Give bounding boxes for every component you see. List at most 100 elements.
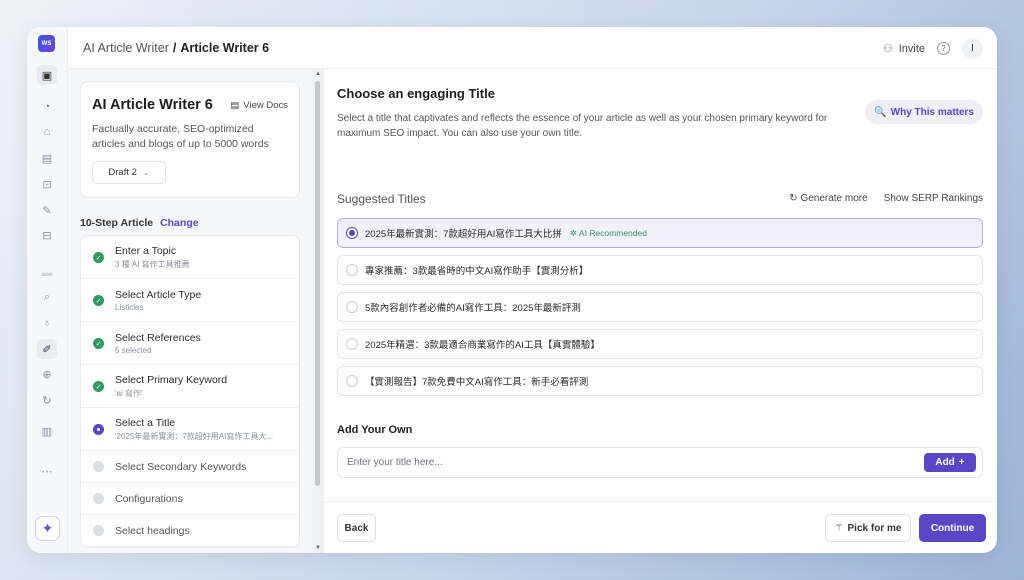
step-label: Select Article Type bbox=[115, 288, 202, 301]
pending-step-icon bbox=[93, 525, 104, 536]
breadcrumb-parent[interactable]: AI Article Writer bbox=[83, 41, 169, 55]
invite-label: Invite bbox=[898, 42, 925, 55]
current-step-icon bbox=[93, 424, 104, 435]
title-option[interactable]: 2025年最新實測：7款超好用AI寫作工具大比拼 ✲ AI Recommende… bbox=[337, 218, 983, 248]
scrollbar-thumb[interactable] bbox=[315, 81, 320, 486]
ai-icon[interactable]: ⊡ bbox=[37, 174, 57, 194]
title-text: 專家推薦：3款最省時的中文AI寫作助手【實測分析】 bbox=[365, 266, 589, 277]
generate-more-button[interactable]: ↻ Generate more bbox=[789, 193, 867, 204]
radio-button[interactable] bbox=[346, 338, 358, 350]
step-configurations[interactable]: Configurations bbox=[81, 483, 299, 515]
title-text: 5款內容創作者必備的AI寫作工具：2025年最新評測 bbox=[365, 303, 581, 314]
left-panel-scrollbar[interactable]: ▲ ▼ bbox=[312, 69, 324, 553]
pending-step-icon bbox=[93, 493, 104, 504]
title-option[interactable]: 2025年精選：3款最適合商業寫作的AI工具【真實體驗】 bbox=[337, 329, 983, 359]
title-text: 2025年最新實測：7款超好用AI寫作工具大比拼 bbox=[365, 229, 562, 240]
upload-icon[interactable]: ⊕ bbox=[37, 364, 57, 384]
search-icon[interactable]: ⌕ bbox=[37, 287, 57, 307]
step-label: Select Secondary Keywords bbox=[115, 460, 247, 473]
custom-title-input[interactable] bbox=[337, 447, 983, 478]
show-serp-button[interactable]: Show SERP Rankings bbox=[884, 193, 983, 204]
why-this-matters-button[interactable]: 🔍 Why This matters bbox=[865, 100, 983, 124]
step-value: 'ai 寫作' bbox=[115, 388, 143, 398]
title-text: 【實測報告】7款免費中文AI寫作工具：新手必看評測 bbox=[365, 377, 589, 388]
radio-button[interactable] bbox=[346, 264, 358, 276]
continue-button[interactable]: Continue bbox=[919, 514, 986, 542]
back-button[interactable]: Back bbox=[337, 514, 376, 542]
ai-recommended-badge: ✲ AI Recommended bbox=[569, 227, 647, 238]
top-bar: AI Article Writer / Article Writer 6 ⚇ I… bbox=[68, 27, 997, 69]
spinner-icon[interactable]: ◔ bbox=[37, 97, 57, 117]
robot-icon[interactable]: ⊟ bbox=[37, 225, 57, 245]
step-article-type[interactable]: ✓ Select Article Type Listicles bbox=[81, 279, 299, 322]
check-icon: ✓ bbox=[93, 381, 104, 392]
step-value: 3 種 AI 寫作工具推薦 bbox=[115, 259, 190, 269]
step-primary-keyword[interactable]: ✓ Select Primary Keyword 'ai 寫作' bbox=[81, 365, 299, 408]
lightbulb-icon[interactable]: ♁ bbox=[37, 313, 57, 333]
view-docs-label: View Docs bbox=[243, 100, 288, 111]
step-value: Listicles bbox=[115, 302, 144, 312]
magic-wand-icon: ⚚ bbox=[834, 522, 844, 534]
step-label: Configurations bbox=[115, 492, 183, 505]
check-icon: ✓ bbox=[93, 338, 104, 349]
step-label: Select a Title bbox=[115, 416, 176, 429]
step-value: 5 selected bbox=[115, 345, 152, 355]
add-title-button[interactable]: Add + bbox=[924, 453, 976, 472]
step-enter-topic[interactable]: ✓ Enter a Topic 3 種 AI 寫作工具推薦 bbox=[81, 236, 299, 279]
tool-info-card: AI Article Writer 6 ▤ View Docs Factuall… bbox=[80, 81, 300, 198]
sparkle-icon[interactable]: ✦ bbox=[35, 516, 60, 541]
step-headings[interactable]: Select headings bbox=[81, 515, 299, 547]
title-text: 2025年精選：3款最適合商業寫作的AI工具【真實體驗】 bbox=[365, 340, 600, 351]
pick-for-me-button[interactable]: ⚚ Pick for me bbox=[825, 514, 911, 542]
home-icon[interactable]: ⌂ bbox=[37, 122, 57, 142]
step-label: Select Primary Keyword bbox=[115, 373, 228, 386]
title-option[interactable]: 5款內容創作者必備的AI寫作工具：2025年最新評測 bbox=[337, 292, 983, 322]
generate-more-label: Generate more bbox=[800, 193, 868, 204]
left-panel: AI Article Writer 6 ▤ View Docs Factuall… bbox=[68, 69, 324, 553]
main-content: Choose an engaging Title Select a title … bbox=[324, 69, 997, 553]
avatar[interactable]: I bbox=[962, 38, 983, 59]
draft-select[interactable]: Draft 2 ⌄ bbox=[92, 161, 166, 184]
app-window: WS ▣ ◔ ⌂ ▤ ⊡ ✎ ⊟ ▬ ⌕ ♁ ✐ ⊕ ↻ ▥ ⋯ ✦ AI Ar… bbox=[27, 27, 997, 553]
ai-recommended-label: AI Recommended bbox=[578, 227, 647, 238]
document-icon[interactable]: ▤ bbox=[37, 148, 57, 168]
help-icon[interactable]: ? bbox=[937, 42, 950, 55]
step-secondary-keywords[interactable]: Select Secondary Keywords bbox=[81, 451, 299, 483]
more-icon[interactable]: ⋯ bbox=[37, 461, 57, 481]
scroll-down-icon[interactable]: ▼ bbox=[315, 545, 321, 551]
radio-button[interactable] bbox=[346, 375, 358, 387]
step-label: Select headings bbox=[115, 524, 190, 537]
refresh-icon: ↻ bbox=[789, 193, 798, 204]
invite-button[interactable]: ⚇ Invite bbox=[882, 42, 925, 56]
image-icon[interactable]: ▣ bbox=[37, 65, 57, 85]
title-options: 2025年最新實測：7款超好用AI寫作工具大比拼 ✲ AI Recommende… bbox=[337, 218, 983, 403]
sidebar-rail: WS ▣ ◔ ⌂ ▤ ⊡ ✎ ⊟ ▬ ⌕ ♁ ✐ ⊕ ↻ ▥ ⋯ ✦ bbox=[27, 27, 68, 553]
scroll-up-icon[interactable]: ▲ bbox=[315, 71, 321, 77]
app-logo[interactable]: WS bbox=[38, 35, 55, 52]
title-option[interactable]: 【實測報告】7款免費中文AI寫作工具：新手必看評測 bbox=[337, 366, 983, 396]
step-label: Enter a Topic bbox=[115, 244, 177, 257]
user-icon: ⚇ bbox=[882, 43, 893, 55]
radio-button[interactable] bbox=[346, 301, 358, 313]
draft-label: Draft 2 bbox=[108, 167, 137, 178]
title-actions: ↻ Generate more Show SERP Rankings bbox=[789, 193, 983, 204]
change-link[interactable]: Change bbox=[160, 217, 199, 229]
pen-icon[interactable]: ✐ bbox=[37, 339, 57, 359]
top-right-actions: ⚇ Invite ? I bbox=[883, 38, 983, 59]
chevron-down-icon: ⌄ bbox=[142, 168, 150, 177]
pick-label: Pick for me bbox=[847, 522, 902, 534]
title-option[interactable]: 專家推薦：3款最省時的中文AI寫作助手【實測分析】 bbox=[337, 255, 983, 285]
steps-header-label: 10-Step Article bbox=[80, 217, 154, 229]
chart-icon[interactable]: ▥ bbox=[37, 421, 57, 441]
radio-button[interactable] bbox=[346, 227, 358, 239]
plus-icon: + bbox=[958, 457, 965, 468]
step-references[interactable]: ✓ Select References 5 selected bbox=[81, 322, 299, 365]
feather-icon[interactable]: ✎ bbox=[37, 200, 57, 220]
add-your-own-header: Add Your Own bbox=[337, 424, 413, 436]
breadcrumb-separator: / bbox=[172, 40, 177, 55]
steps-list: ✓ Enter a Topic 3 種 AI 寫作工具推薦 ✓ Select A… bbox=[80, 235, 300, 548]
suggested-titles-header: Suggested Titles bbox=[337, 192, 426, 206]
view-docs-link[interactable]: ▤ View Docs bbox=[230, 100, 288, 111]
step-select-title[interactable]: Select a Title '2025年最新實測：7款超好用AI寫作工具大..… bbox=[81, 408, 299, 451]
refresh-icon[interactable]: ↻ bbox=[37, 390, 57, 410]
